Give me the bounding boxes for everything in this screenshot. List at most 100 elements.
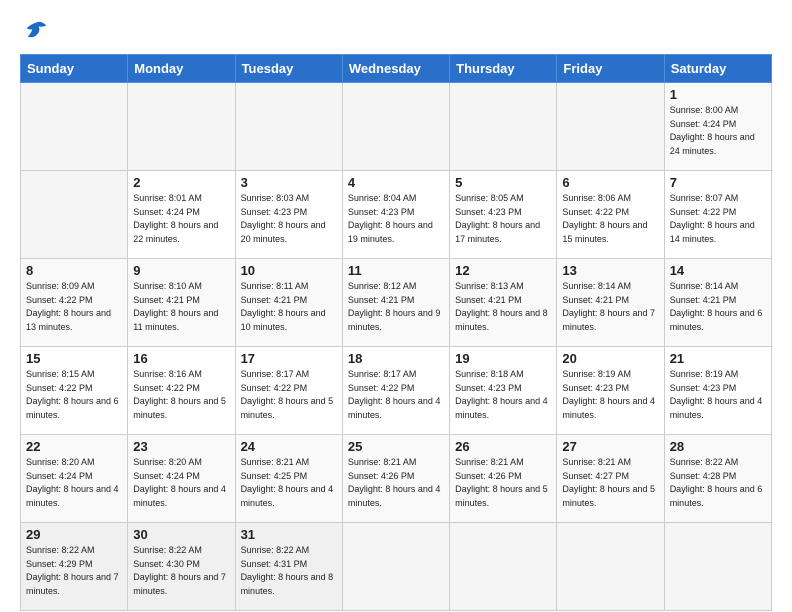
calendar-week-4: 15 Sunrise: 8:15 AMSunset: 4:22 PMDayligh… bbox=[21, 347, 772, 435]
calendar-cell-day-30: 30 Sunrise: 8:22 AMSunset: 4:30 PMDayligh… bbox=[128, 523, 235, 611]
calendar-week-2: 2 Sunrise: 8:01 AMSunset: 4:24 PMDaylight… bbox=[21, 171, 772, 259]
calendar-cell-day-6: 6 Sunrise: 8:06 AMSunset: 4:22 PMDaylight… bbox=[557, 171, 664, 259]
calendar-cell-empty bbox=[342, 83, 449, 171]
day-info: Sunrise: 8:01 AMSunset: 4:24 PMDaylight:… bbox=[133, 192, 229, 246]
calendar-cell-empty bbox=[128, 83, 235, 171]
header bbox=[20, 18, 772, 46]
day-info: Sunrise: 8:19 AMSunset: 4:23 PMDaylight:… bbox=[562, 368, 658, 422]
day-info: Sunrise: 8:11 AMSunset: 4:21 PMDaylight:… bbox=[241, 280, 337, 334]
day-number: 19 bbox=[455, 351, 551, 366]
day-number: 26 bbox=[455, 439, 551, 454]
day-info: Sunrise: 8:17 AMSunset: 4:22 PMDaylight:… bbox=[348, 368, 444, 422]
calendar-cell-day-7: 7 Sunrise: 8:07 AMSunset: 4:22 PMDaylight… bbox=[664, 171, 771, 259]
day-number: 3 bbox=[241, 175, 337, 190]
calendar-cell-day-15: 15 Sunrise: 8:15 AMSunset: 4:22 PMDayligh… bbox=[21, 347, 128, 435]
calendar-cell-day-27: 27 Sunrise: 8:21 AMSunset: 4:27 PMDayligh… bbox=[557, 435, 664, 523]
day-number: 24 bbox=[241, 439, 337, 454]
day-info: Sunrise: 8:16 AMSunset: 4:22 PMDaylight:… bbox=[133, 368, 229, 422]
day-number: 20 bbox=[562, 351, 658, 366]
day-number: 15 bbox=[26, 351, 122, 366]
day-info: Sunrise: 8:21 AMSunset: 4:26 PMDaylight:… bbox=[348, 456, 444, 510]
day-number: 29 bbox=[26, 527, 122, 542]
day-number: 23 bbox=[133, 439, 229, 454]
day-number: 18 bbox=[348, 351, 444, 366]
calendar-cell-day-10: 10 Sunrise: 8:11 AMSunset: 4:21 PMDayligh… bbox=[235, 259, 342, 347]
calendar-cell-empty bbox=[342, 523, 449, 611]
day-header-sunday: Sunday bbox=[21, 55, 128, 83]
calendar-cell-day-3: 3 Sunrise: 8:03 AMSunset: 4:23 PMDaylight… bbox=[235, 171, 342, 259]
calendar-cell-day-12: 12Sunrise: 8:13 AMSunset: 4:21 PMDayligh… bbox=[450, 259, 557, 347]
calendar-cell-day-29: 29 Sunrise: 8:22 AMSunset: 4:29 PMDayligh… bbox=[21, 523, 128, 611]
calendar-cell-day-5: 5Sunrise: 8:05 AMSunset: 4:23 PMDaylight… bbox=[450, 171, 557, 259]
day-info: Sunrise: 8:09 AMSunset: 4:22 PMDaylight:… bbox=[26, 280, 122, 334]
day-number: 22 bbox=[26, 439, 122, 454]
day-info: Sunrise: 8:22 AMSunset: 4:30 PMDaylight:… bbox=[133, 544, 229, 598]
day-info: Sunrise: 8:21 AMSunset: 4:26 PMDaylight:… bbox=[455, 456, 551, 510]
day-number: 7 bbox=[670, 175, 766, 190]
day-number: 10 bbox=[241, 263, 337, 278]
day-header-saturday: Saturday bbox=[664, 55, 771, 83]
calendar-cell-day-24: 24 Sunrise: 8:21 AMSunset: 4:25 PMDayligh… bbox=[235, 435, 342, 523]
calendar-week-3: 8 Sunrise: 8:09 AMSunset: 4:22 PMDaylight… bbox=[21, 259, 772, 347]
day-info: Sunrise: 8:21 AMSunset: 4:25 PMDaylight:… bbox=[241, 456, 337, 510]
calendar-cell-empty bbox=[557, 523, 664, 611]
day-info: Sunrise: 8:19 AMSunset: 4:23 PMDaylight:… bbox=[670, 368, 766, 422]
day-number: 6 bbox=[562, 175, 658, 190]
day-number: 13 bbox=[562, 263, 658, 278]
day-number: 16 bbox=[133, 351, 229, 366]
day-header-tuesday: Tuesday bbox=[235, 55, 342, 83]
day-number: 2 bbox=[133, 175, 229, 190]
day-info: Sunrise: 8:15 AMSunset: 4:22 PMDaylight:… bbox=[26, 368, 122, 422]
calendar-cell-day-21: 21 Sunrise: 8:19 AMSunset: 4:23 PMDayligh… bbox=[664, 347, 771, 435]
day-info: Sunrise: 8:06 AMSunset: 4:22 PMDaylight:… bbox=[562, 192, 658, 246]
day-info: Sunrise: 8:17 AMSunset: 4:22 PMDaylight:… bbox=[241, 368, 337, 422]
day-info: Sunrise: 8:14 AMSunset: 4:21 PMDaylight:… bbox=[670, 280, 766, 334]
calendar-cell-day-22: 22 Sunrise: 8:20 AMSunset: 4:24 PMDayligh… bbox=[21, 435, 128, 523]
day-number: 27 bbox=[562, 439, 658, 454]
calendar-week-6: 29 Sunrise: 8:22 AMSunset: 4:29 PMDayligh… bbox=[21, 523, 772, 611]
calendar-cell-day-23: 23 Sunrise: 8:20 AMSunset: 4:24 PMDayligh… bbox=[128, 435, 235, 523]
calendar-cell-day-25: 25 Sunrise: 8:21 AMSunset: 4:26 PMDayligh… bbox=[342, 435, 449, 523]
calendar-cell-day-14: 14Sunrise: 8:14 AMSunset: 4:21 PMDayligh… bbox=[664, 259, 771, 347]
calendar-cell-day-17: 17 Sunrise: 8:17 AMSunset: 4:22 PMDayligh… bbox=[235, 347, 342, 435]
day-number: 21 bbox=[670, 351, 766, 366]
logo-bird-icon bbox=[22, 18, 50, 46]
calendar-cell-day-1: 1Sunrise: 8:00 AMSunset: 4:24 PMDaylight… bbox=[664, 83, 771, 171]
day-info: Sunrise: 8:18 AMSunset: 4:23 PMDaylight:… bbox=[455, 368, 551, 422]
day-info: Sunrise: 8:04 AMSunset: 4:23 PMDaylight:… bbox=[348, 192, 444, 246]
day-number: 25 bbox=[348, 439, 444, 454]
day-info: Sunrise: 8:07 AMSunset: 4:22 PMDaylight:… bbox=[670, 192, 766, 246]
calendar-cell-empty bbox=[557, 83, 664, 171]
day-info: Sunrise: 8:14 AMSunset: 4:21 PMDaylight:… bbox=[562, 280, 658, 334]
day-info: Sunrise: 8:00 AMSunset: 4:24 PMDaylight:… bbox=[670, 104, 766, 158]
day-header-wednesday: Wednesday bbox=[342, 55, 449, 83]
day-info: Sunrise: 8:20 AMSunset: 4:24 PMDaylight:… bbox=[133, 456, 229, 510]
day-number: 4 bbox=[348, 175, 444, 190]
day-info: Sunrise: 8:22 AMSunset: 4:31 PMDaylight:… bbox=[241, 544, 337, 598]
calendar-cell-empty bbox=[450, 83, 557, 171]
calendar-cell-day-18: 18 Sunrise: 8:17 AMSunset: 4:22 PMDayligh… bbox=[342, 347, 449, 435]
day-info: Sunrise: 8:03 AMSunset: 4:23 PMDaylight:… bbox=[241, 192, 337, 246]
day-number: 28 bbox=[670, 439, 766, 454]
day-info: Sunrise: 8:22 AMSunset: 4:29 PMDaylight:… bbox=[26, 544, 122, 598]
calendar-header-row: SundayMondayTuesdayWednesdayThursdayFrid… bbox=[21, 55, 772, 83]
calendar-week-5: 22 Sunrise: 8:20 AMSunset: 4:24 PMDayligh… bbox=[21, 435, 772, 523]
day-number: 30 bbox=[133, 527, 229, 542]
day-header-thursday: Thursday bbox=[450, 55, 557, 83]
day-info: Sunrise: 8:05 AMSunset: 4:23 PMDaylight:… bbox=[455, 192, 551, 246]
day-info: Sunrise: 8:21 AMSunset: 4:27 PMDaylight:… bbox=[562, 456, 658, 510]
calendar-cell-day-20: 20 Sunrise: 8:19 AMSunset: 4:23 PMDayligh… bbox=[557, 347, 664, 435]
logo bbox=[20, 18, 50, 46]
day-number: 17 bbox=[241, 351, 337, 366]
day-number: 11 bbox=[348, 263, 444, 278]
day-info: Sunrise: 8:20 AMSunset: 4:24 PMDaylight:… bbox=[26, 456, 122, 510]
calendar-cell-empty bbox=[450, 523, 557, 611]
page: SundayMondayTuesdayWednesdayThursdayFrid… bbox=[0, 0, 792, 612]
calendar-cell-empty bbox=[664, 523, 771, 611]
calendar-cell-day-4: 4 Sunrise: 8:04 AMSunset: 4:23 PMDaylight… bbox=[342, 171, 449, 259]
calendar-cell-day-31: 31 Sunrise: 8:22 AMSunset: 4:31 PMDayligh… bbox=[235, 523, 342, 611]
day-number: 8 bbox=[26, 263, 122, 278]
day-number: 12 bbox=[455, 263, 551, 278]
day-number: 31 bbox=[241, 527, 337, 542]
calendar-cell-empty bbox=[21, 171, 128, 259]
